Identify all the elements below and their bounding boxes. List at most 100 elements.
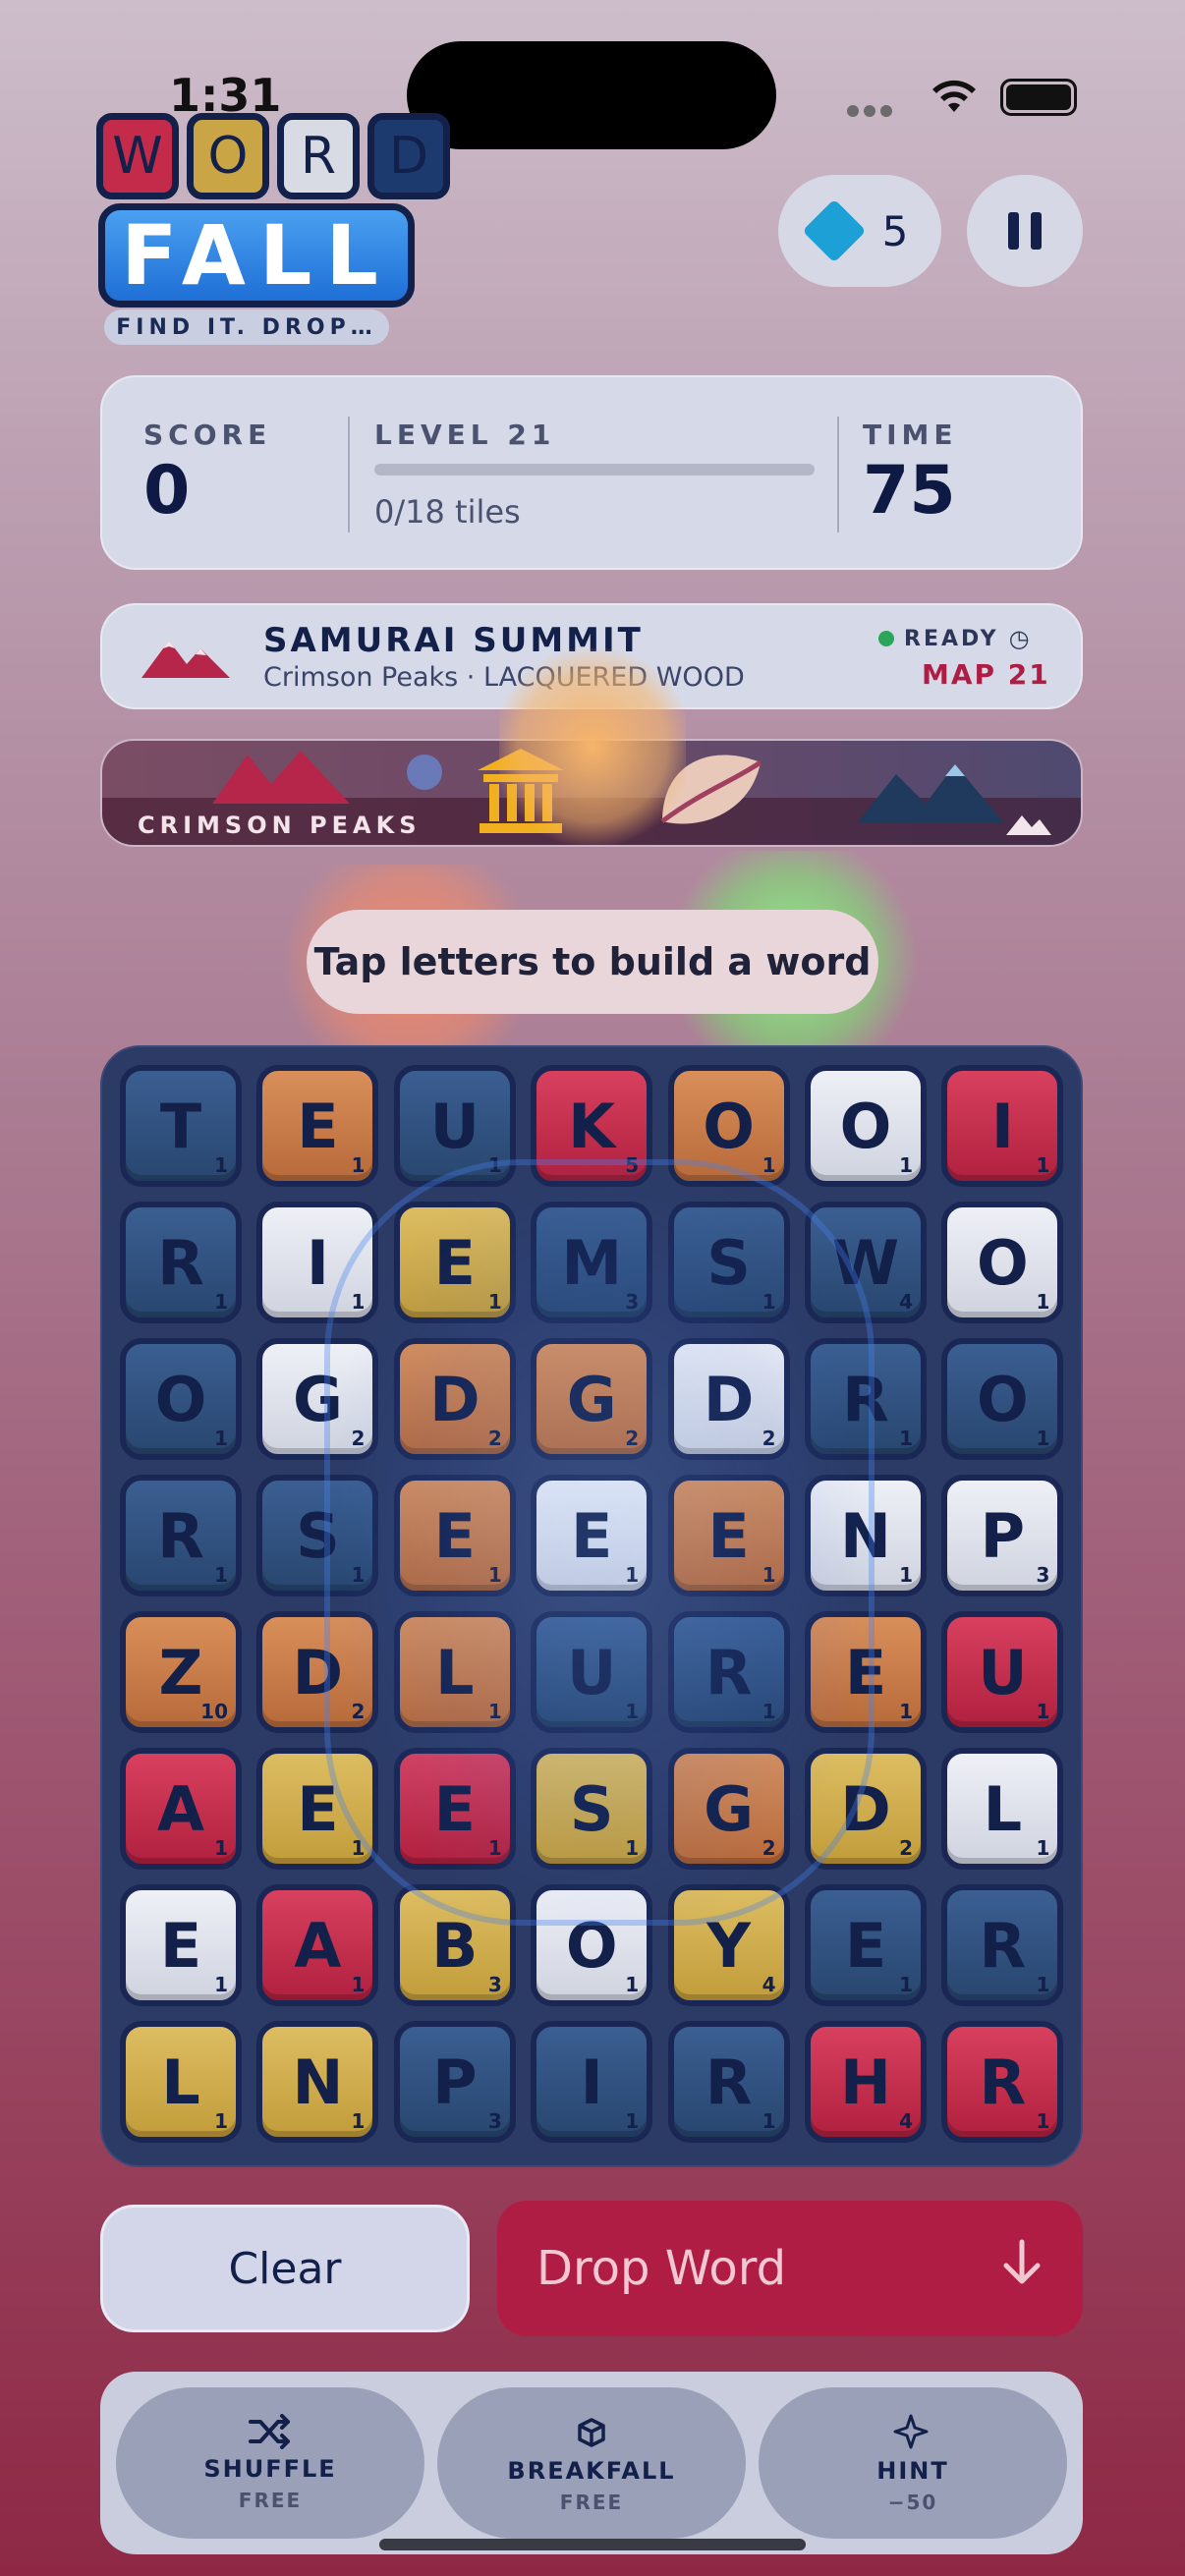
temple-icon bbox=[474, 745, 568, 843]
letter-tile[interactable]: R1 bbox=[120, 1202, 242, 1323]
score-label: SCORE bbox=[143, 419, 272, 451]
letter-tile[interactable]: E1 bbox=[667, 1475, 790, 1596]
letter-tile[interactable]: H4 bbox=[805, 2021, 927, 2143]
shuffle-button[interactable]: SHUFFLE FREE bbox=[116, 2387, 424, 2539]
tile-points: 1 bbox=[899, 1973, 913, 1996]
tile-letter: E bbox=[433, 1772, 476, 1845]
letter-tile[interactable]: G2 bbox=[667, 1748, 790, 1870]
drop-word-button[interactable]: Drop Word bbox=[497, 2201, 1083, 2336]
game-logo: W O R D FALL FIND IT. DROP… bbox=[96, 113, 468, 347]
letter-tile[interactable]: O1 bbox=[941, 1338, 1064, 1460]
letter-tile[interactable]: A1 bbox=[256, 1884, 379, 2006]
letter-tile[interactable]: G2 bbox=[531, 1338, 653, 1460]
level-label: LEVEL 21 bbox=[374, 419, 556, 451]
letter-tile[interactable]: I1 bbox=[941, 1065, 1064, 1187]
letter-tile[interactable]: O1 bbox=[667, 1065, 790, 1187]
letter-tile[interactable]: E1 bbox=[393, 1475, 516, 1596]
tile-letter: E bbox=[707, 1499, 750, 1572]
letter-tile[interactable]: M3 bbox=[531, 1202, 653, 1323]
breakfall-cost: FREE bbox=[559, 2491, 624, 2514]
letter-tile[interactable]: R1 bbox=[805, 1338, 927, 1460]
letter-tile[interactable]: D2 bbox=[805, 1748, 927, 1870]
breakfall-button[interactable]: BREAKFALL FREE bbox=[437, 2387, 746, 2539]
letter-tile[interactable]: A1 bbox=[120, 1748, 242, 1870]
tile-points: 1 bbox=[487, 1836, 502, 1860]
letter-tile[interactable]: P3 bbox=[393, 2021, 516, 2143]
tile-points: 1 bbox=[351, 1836, 366, 1860]
letter-tile[interactable]: E1 bbox=[120, 1884, 242, 2006]
letter-tile[interactable]: N1 bbox=[805, 1475, 927, 1596]
clear-button[interactable]: Clear bbox=[100, 2205, 470, 2332]
letter-tile[interactable]: Z 10 bbox=[120, 1611, 242, 1733]
letter-tile[interactable]: I1 bbox=[531, 2021, 653, 2143]
letter-tile[interactable]: R1 bbox=[120, 1475, 242, 1596]
gem-counter[interactable]: 5 bbox=[778, 175, 941, 287]
letter-tile[interactable]: O1 bbox=[531, 1884, 653, 2006]
letter-tile[interactable]: L1 bbox=[941, 1748, 1064, 1870]
letter-tile[interactable]: R1 bbox=[941, 2021, 1064, 2143]
tile-letter: R bbox=[157, 1226, 204, 1299]
letter-tile[interactable]: E1 bbox=[805, 1611, 927, 1733]
logo-letter: W bbox=[96, 113, 179, 199]
letter-tile[interactable]: G2 bbox=[256, 1338, 379, 1460]
tile-points: 2 bbox=[487, 1427, 502, 1450]
tile-letter: R bbox=[705, 1636, 753, 1708]
tile-points: 1 bbox=[487, 1290, 502, 1314]
letter-tile[interactable]: E1 bbox=[805, 1884, 927, 2006]
letter-tile[interactable]: L1 bbox=[393, 1611, 516, 1733]
tile-letter: E bbox=[433, 1226, 476, 1299]
letter-tile[interactable]: N1 bbox=[256, 2021, 379, 2143]
hint-label: HINT bbox=[876, 2457, 949, 2485]
tile-letter: R bbox=[705, 2045, 753, 2118]
tile-letter: L bbox=[435, 1636, 475, 1708]
letter-tile[interactable]: E1 bbox=[393, 1748, 516, 1870]
tile-letter: P bbox=[432, 2045, 478, 2118]
letter-tile[interactable]: E1 bbox=[256, 1748, 379, 1870]
logo-letter: O bbox=[187, 113, 269, 199]
letter-tile[interactable]: Y4 bbox=[667, 1884, 790, 2006]
letter-tile[interactable]: D2 bbox=[256, 1611, 379, 1733]
hint-button[interactable]: HINT −50 bbox=[759, 2387, 1067, 2539]
letter-tile[interactable]: U1 bbox=[393, 1065, 516, 1187]
letter-tile[interactable]: S1 bbox=[256, 1475, 379, 1596]
tile-points: 1 bbox=[1036, 1973, 1050, 1996]
letter-tile[interactable]: S1 bbox=[531, 1748, 653, 1870]
tile-letter: D bbox=[429, 1363, 480, 1435]
letter-tile[interactable]: U1 bbox=[941, 1611, 1064, 1733]
cellular-signal-icon bbox=[847, 102, 904, 117]
letter-tile[interactable]: O1 bbox=[120, 1338, 242, 1460]
pause-button[interactable] bbox=[967, 175, 1083, 287]
letter-tile[interactable]: P3 bbox=[941, 1475, 1064, 1596]
tile-points: 1 bbox=[899, 1153, 913, 1177]
letter-tile[interactable]: O1 bbox=[941, 1202, 1064, 1323]
letter-tile[interactable]: O1 bbox=[805, 1065, 927, 1187]
drop-word-label: Drop Word bbox=[536, 2241, 787, 2296]
letter-tile[interactable]: E1 bbox=[256, 1065, 379, 1187]
tile-points: 1 bbox=[1036, 1153, 1050, 1177]
tile-letter: O bbox=[977, 1226, 1029, 1299]
letter-grid: T1E1U1K5O1O1I1R1I1E1M3S1W4O1O1G2D2G2D2R1… bbox=[100, 1045, 1083, 2167]
home-indicator[interactable] bbox=[379, 2539, 806, 2550]
letter-tile[interactable]: T1 bbox=[120, 1065, 242, 1187]
tile-points: 4 bbox=[762, 1973, 776, 1996]
tile-points: 1 bbox=[762, 1153, 776, 1177]
letter-tile[interactable]: K5 bbox=[531, 1065, 653, 1187]
tile-letter: E bbox=[433, 1499, 476, 1572]
stats-panel: SCORE 0 LEVEL 21 0/18 tiles TIME 75 bbox=[100, 375, 1083, 570]
letter-tile[interactable]: R1 bbox=[667, 2021, 790, 2143]
letter-tile[interactable]: B3 bbox=[393, 1884, 516, 2006]
letter-tile[interactable]: R1 bbox=[941, 1884, 1064, 2006]
letter-tile[interactable]: D2 bbox=[393, 1338, 516, 1460]
letter-tile[interactable]: W4 bbox=[805, 1202, 927, 1323]
map-card[interactable]: SAMURAI SUMMIT Crimson Peaks · LACQUERED… bbox=[100, 603, 1083, 709]
letter-tile[interactable]: E1 bbox=[531, 1475, 653, 1596]
letter-tile[interactable]: I1 bbox=[256, 1202, 379, 1323]
mountain-icon bbox=[857, 755, 1004, 827]
time-value: 75 bbox=[863, 452, 956, 530]
letter-tile[interactable]: R1 bbox=[667, 1611, 790, 1733]
letter-tile[interactable]: D2 bbox=[667, 1338, 790, 1460]
letter-tile[interactable]: S1 bbox=[667, 1202, 790, 1323]
letter-tile[interactable]: E1 bbox=[393, 1202, 516, 1323]
letter-tile[interactable]: U1 bbox=[531, 1611, 653, 1733]
letter-tile[interactable]: L1 bbox=[120, 2021, 242, 2143]
